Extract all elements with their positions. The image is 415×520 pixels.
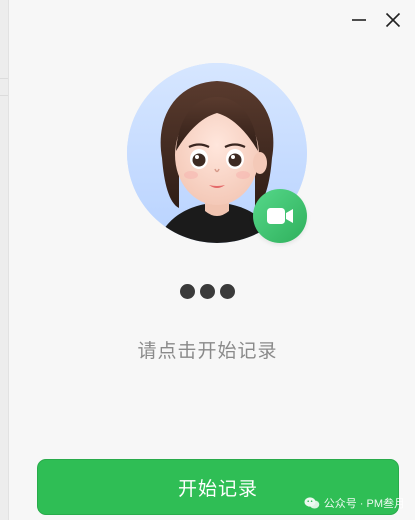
watermark: 公众号 · PM叁月 [304, 495, 405, 511]
loading-dot [200, 284, 215, 299]
window-controls [349, 10, 403, 30]
loading-dot [220, 284, 235, 299]
wechat-icon [304, 497, 320, 509]
watermark-text: 公众号 · PM叁月 [323, 498, 405, 510]
video-camera-icon [267, 208, 293, 224]
loading-dot [180, 284, 195, 299]
video-badge [253, 189, 307, 243]
background-window-edge [0, 0, 9, 520]
minimize-button[interactable] [349, 10, 369, 30]
close-icon [385, 12, 401, 28]
avatar [127, 63, 307, 243]
loading-dots [0, 284, 415, 299]
minimize-icon [352, 19, 366, 21]
close-button[interactable] [383, 10, 403, 30]
hint-text: 请点击开始记录 [137, 341, 278, 362]
